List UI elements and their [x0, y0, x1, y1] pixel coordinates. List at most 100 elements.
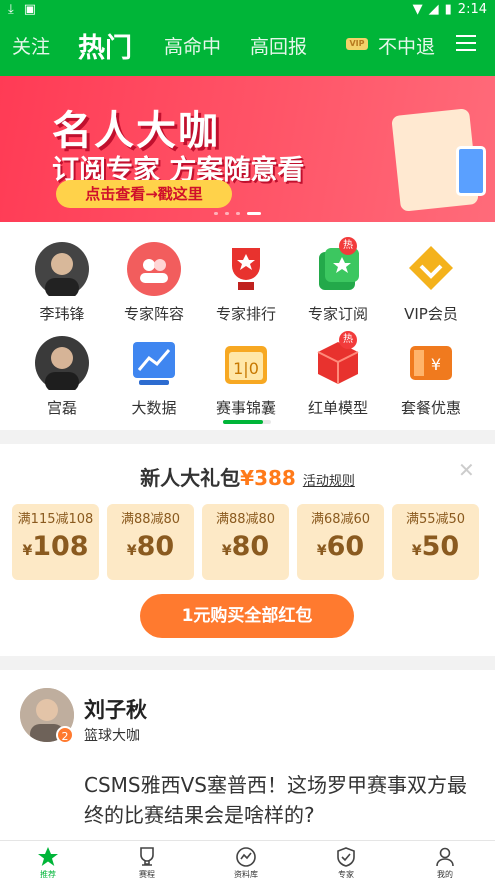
grid-item-li-weifeng[interactable]: 李玮锋	[17, 242, 107, 324]
nav-experts[interactable]: 专家	[316, 845, 376, 880]
expert-avatar	[35, 242, 89, 298]
grid-label: 赛事锦囊	[215, 399, 276, 417]
shield-icon	[316, 845, 376, 869]
nav-label: 专家	[338, 870, 354, 879]
gift-title: 新人大礼包	[140, 466, 241, 490]
feature-grid: 李玮锋 专家阵容 专家排行 热 专家订阅 VIP会员 宫磊 大数据 1|0 赛事…	[0, 222, 495, 430]
download-icon: ⤓	[8, 2, 14, 17]
nav-label: 赛程	[139, 870, 155, 879]
grid-item-package-discount[interactable]: ¥ 套餐优惠	[386, 336, 476, 418]
nav-database[interactable]: 资料库	[216, 845, 276, 880]
expert-article-card[interactable]: 2 刘子秋 篮球大咖 CSMS雅西VS塞普西！这场罗甲赛事双方最终的比赛结果会是…	[0, 670, 495, 840]
coupon-card[interactable]: 满115减108 ¥108	[12, 504, 99, 580]
grid-label: VIP会员	[404, 305, 458, 323]
chart-icon	[127, 336, 181, 390]
currency-symbol: ¥	[411, 543, 422, 559]
coupon-value-row: ¥80	[202, 531, 289, 562]
coupon-value: 60	[326, 531, 365, 562]
expert-role: 篮球大咖	[84, 728, 140, 744]
article-headline[interactable]: CSMS雅西VS塞普西！这场罗甲赛事双方最终的比赛结果会是啥样的?	[84, 770, 474, 830]
cup-icon	[117, 845, 177, 869]
coupon-card[interactable]: 满88减80 ¥80	[107, 504, 194, 580]
hot-badge: 热	[339, 237, 357, 255]
clock: 2:14	[457, 2, 487, 17]
grid-item-expert-team[interactable]: 专家阵容	[109, 242, 199, 324]
expert-avatar	[35, 336, 89, 392]
nav-recommend[interactable]: 推荐	[18, 845, 78, 880]
wifi-icon: ▼	[412, 2, 423, 17]
coupon-card[interactable]: 满88减80 ¥80	[202, 504, 289, 580]
trophy-icon	[219, 242, 273, 296]
currency-symbol: ¥	[316, 543, 327, 559]
new-user-gift-panel: 新人大礼包¥388 活动规则 ✕ 满115减108 ¥108 满88减80 ¥8…	[0, 444, 495, 656]
trend-icon	[216, 845, 276, 869]
grid-item-vip[interactable]: VIP会员	[386, 242, 476, 324]
coupon-card[interactable]: 满55减50 ¥50	[392, 504, 479, 580]
coupon-value-row: ¥108	[12, 531, 99, 562]
grid-item-expert-ranking[interactable]: 专家排行	[201, 242, 291, 324]
nav-mine[interactable]: 我的	[415, 845, 475, 880]
coupon-condition: 满88减80	[120, 512, 181, 527]
grid-item-match-tips[interactable]: 1|0 赛事锦囊	[201, 336, 291, 418]
coupon-condition: 满68减60	[310, 512, 371, 527]
grid-item-red-model[interactable]: 热 红单模型	[293, 331, 383, 418]
coupon-value: 80	[136, 531, 175, 562]
cube-icon: 热	[311, 331, 365, 390]
expert-name[interactable]: 刘子秋	[84, 694, 147, 724]
tab-high-return[interactable]: 高回报	[250, 32, 307, 59]
status-bar: ⤓ ▣ ▼ ◢ ▮ 2:14	[0, 0, 495, 20]
grid-label: 专家阵容	[123, 305, 184, 323]
notification-icon: ▣	[23, 2, 37, 17]
hot-badge: 热	[339, 331, 357, 349]
phone-illustration-icon	[456, 146, 486, 196]
nav-schedule[interactable]: 赛程	[117, 845, 177, 880]
coupon-condition: 满88减80	[215, 512, 276, 527]
grid-label: 红单模型	[307, 399, 368, 417]
coupon-condition: 满115减108	[17, 512, 94, 527]
grid-item-gong-lei[interactable]: 宫磊	[17, 336, 107, 418]
signal-icon: ◢	[428, 2, 439, 17]
grid-label: 专家排行	[215, 305, 276, 323]
coupon-card[interactable]: 满68减60 ¥60	[297, 504, 384, 580]
grid-label: 李玮锋	[39, 305, 85, 323]
activity-rules-link[interactable]: 活动规则	[303, 474, 355, 489]
tab-hot[interactable]: 热门	[78, 26, 132, 65]
grid-item-expert-subscribe[interactable]: 热 专家订阅	[293, 237, 383, 324]
nav-label: 我的	[437, 870, 453, 879]
currency-symbol: ¥	[221, 543, 232, 559]
vip-icon	[404, 242, 458, 296]
tab-follow[interactable]: 关注	[12, 32, 50, 59]
calendar-icon: 1|0	[219, 336, 273, 390]
svg-text:¥: ¥	[431, 355, 441, 374]
coupon-value-row: ¥80	[107, 531, 194, 562]
ticket-icon: ¥	[404, 336, 458, 390]
coupon-condition: 满55减50	[405, 512, 466, 527]
grid-label: 大数据	[131, 399, 177, 417]
grid-label: 宫磊	[46, 399, 77, 417]
currency-symbol: ¥	[22, 543, 33, 559]
coupon-value: 50	[421, 531, 460, 562]
subscribe-icon: 热	[311, 237, 365, 296]
coupon-value-row: ¥60	[297, 531, 384, 562]
user-icon	[415, 845, 475, 869]
bottom-nav: 推荐 赛程 资料库 专家 我的	[0, 840, 495, 882]
carousel-dots	[214, 212, 261, 215]
close-icon[interactable]: ✕	[458, 458, 475, 482]
grid-item-big-data[interactable]: 大数据	[109, 336, 199, 418]
coupon-value-row: ¥50	[392, 531, 479, 562]
star-icon	[18, 845, 78, 869]
nav-label: 推荐	[40, 870, 56, 879]
nav-label: 资料库	[234, 870, 258, 879]
grid-page-indicator	[223, 420, 271, 424]
team-icon	[127, 242, 181, 296]
tab-refund[interactable]: 不中退	[378, 32, 435, 59]
banner-cta-button[interactable]: 点击查看→戳这里	[56, 180, 232, 208]
menu-icon[interactable]	[456, 35, 476, 51]
vip-badge-icon: VIP	[346, 38, 368, 50]
level-badge: 2	[56, 726, 74, 744]
battery-icon: ▮	[444, 2, 452, 17]
coupon-value: 108	[32, 531, 89, 562]
tab-high-hit[interactable]: 高命中	[164, 32, 221, 59]
buy-all-coupons-button[interactable]: 1元购买全部红包	[140, 594, 354, 638]
promo-banner[interactable]: 名人大咖 订阅专家 方案随意看 点击查看→戳这里	[0, 76, 495, 222]
